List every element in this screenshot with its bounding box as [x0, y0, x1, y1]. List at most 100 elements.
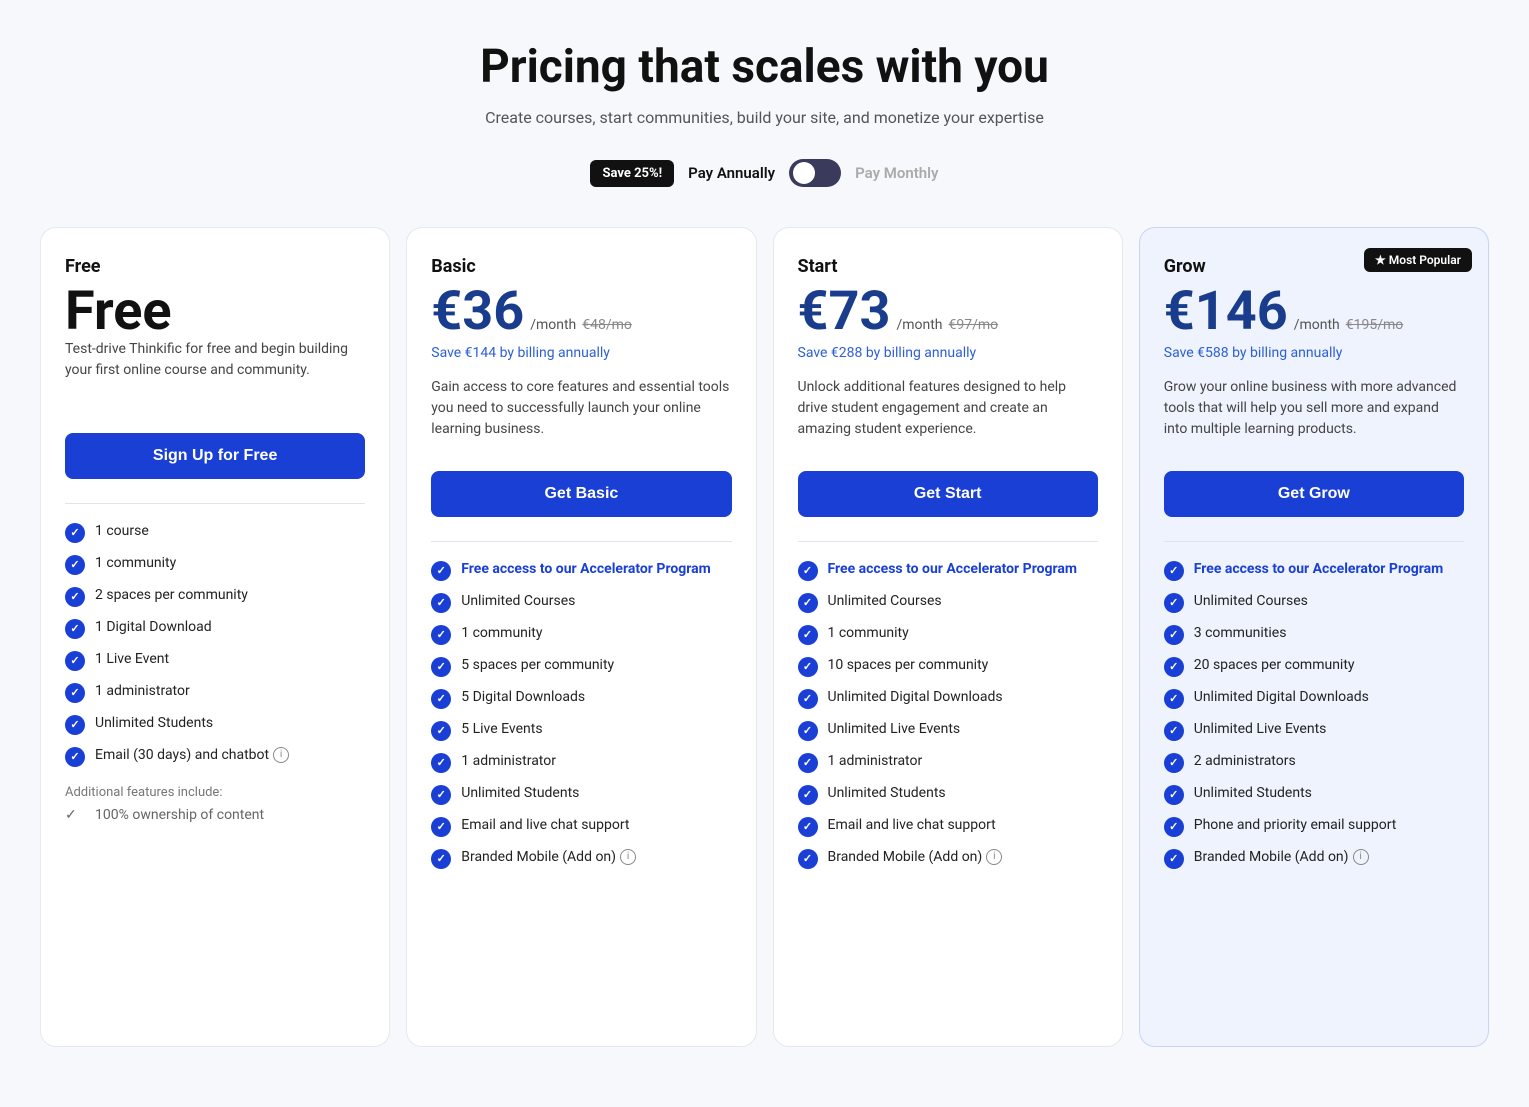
feature-list: ✓ 1 course ✓ 1 community ✓ 2 spaces per …	[65, 522, 365, 767]
info-icon[interactable]: i	[620, 849, 636, 865]
feature-item: ✓ 5 Live Events	[431, 720, 731, 741]
plan-price: Free	[65, 285, 172, 339]
feature-item: ✓ Branded Mobile (Add on)i	[431, 848, 731, 869]
feature-item: ✓ Unlimited Students	[431, 784, 731, 805]
feature-list: ✓ Free access to our Accelerator Program…	[431, 560, 731, 869]
feature-check-icon: ✓	[65, 683, 85, 703]
feature-check-icon: ✓	[1164, 625, 1184, 645]
additional-label: Additional features include:	[65, 785, 365, 800]
cta-button-basic[interactable]: Get Basic	[431, 471, 731, 517]
info-icon[interactable]: i	[986, 849, 1002, 865]
plan-card-grow: ★ Most Popular Grow €146 /month €195/mo …	[1139, 227, 1489, 1047]
feature-check-icon: ✓	[798, 785, 818, 805]
feature-check-icon: ✓	[431, 625, 451, 645]
plan-price-period: /month	[530, 317, 576, 333]
feature-check-icon: ✓	[798, 561, 818, 581]
feature-check-icon: ✓	[431, 657, 451, 677]
plan-description: Grow your online business with more adva…	[1164, 377, 1464, 449]
feature-item: ✓ Email and live chat support	[431, 816, 731, 837]
page-title: Pricing that scales with you	[40, 40, 1489, 94]
feature-check-icon: ✓	[431, 785, 451, 805]
plan-description: Test-drive Thinkific for free and begin …	[65, 339, 365, 411]
plan-card-basic: Basic €36 /month €48/mo Save €144 by bil…	[406, 227, 756, 1047]
billing-toggle-switch[interactable]	[789, 159, 841, 187]
plans-grid: Free Free Test-drive Thinkific for free …	[40, 227, 1489, 1047]
feature-check-icon: ✓	[65, 587, 85, 607]
feature-check-icon: ✓	[65, 619, 85, 639]
most-popular-badge: ★ Most Popular	[1364, 248, 1472, 272]
feature-item: ✓ Free access to our Accelerator Program	[1164, 560, 1464, 581]
feature-item: ✓ 5 Digital Downloads	[431, 688, 731, 709]
feature-check-icon: ✓	[798, 657, 818, 677]
feature-check-icon: ✓	[431, 753, 451, 773]
feature-item: ✓ Unlimited Live Events	[1164, 720, 1464, 741]
feature-item: ✓ 10 spaces per community	[798, 656, 1098, 677]
feature-item: ✓ 20 spaces per community	[1164, 656, 1464, 677]
feature-check-icon: ✓	[1164, 561, 1184, 581]
page-subtitle: Create courses, start communities, build…	[40, 108, 1489, 127]
feature-check-icon: ✓	[798, 625, 818, 645]
plan-name: Basic	[431, 256, 731, 277]
info-icon[interactable]: i	[1353, 849, 1369, 865]
feature-item: ✓ Unlimited Digital Downloads	[1164, 688, 1464, 709]
cta-button-grow[interactable]: Get Grow	[1164, 471, 1464, 517]
feature-item: ✓ Unlimited Live Events	[798, 720, 1098, 741]
plan-price-original: €48/mo	[582, 317, 632, 333]
plan-price: €73	[798, 285, 891, 339]
feature-item: ✓ 1 course	[65, 522, 365, 543]
feature-item: ✓ Unlimited Students	[798, 784, 1098, 805]
feature-item: ✓ 1 Live Event	[65, 650, 365, 671]
feature-item: ✓ 1 administrator	[431, 752, 731, 773]
feature-check-icon: ✓	[798, 753, 818, 773]
feature-item: ✓ 1 community	[798, 624, 1098, 645]
plan-card-free: Free Free Test-drive Thinkific for free …	[40, 227, 390, 1047]
feature-item: ✓ 1 administrator	[65, 682, 365, 703]
billing-toggle-row: Save 25%! Pay Annually Pay Monthly	[40, 159, 1489, 187]
feature-check-icon: ✓	[1164, 657, 1184, 677]
feature-item: ✓ Unlimited Students	[65, 714, 365, 735]
feature-item: ✓ Phone and priority email support	[1164, 816, 1464, 837]
feature-check-icon: ✓	[798, 721, 818, 741]
cta-button-start[interactable]: Get Start	[798, 471, 1098, 517]
plan-price: €146	[1164, 285, 1288, 339]
plan-description: Unlock additional features designed to h…	[798, 377, 1098, 449]
feature-item: ✓ Email and live chat support	[798, 816, 1098, 837]
feature-item: ✓ 2 administrators	[1164, 752, 1464, 773]
feature-item: ✓ Unlimited Courses	[431, 592, 731, 613]
plan-name: Free	[65, 256, 365, 277]
feature-item: ✓ 5 spaces per community	[431, 656, 731, 677]
feature-check-icon: ✓	[431, 561, 451, 581]
plan-card-start: Start €73 /month €97/mo Save €288 by bil…	[773, 227, 1123, 1047]
feature-check-icon: ✓	[65, 523, 85, 543]
feature-check-icon: ✓	[65, 651, 85, 671]
check-icon: ✓	[65, 806, 85, 826]
feature-check-icon: ✓	[1164, 817, 1184, 837]
plan-price-original: €195/mo	[1346, 317, 1404, 333]
cta-button-free[interactable]: Sign Up for Free	[65, 433, 365, 479]
feature-item: ✓ Email (30 days) and chatboti	[65, 746, 365, 767]
feature-item: ✓ Unlimited Digital Downloads	[798, 688, 1098, 709]
monthly-label: Pay Monthly	[855, 164, 938, 182]
feature-item: ✓ Free access to our Accelerator Program	[431, 560, 731, 581]
plan-description: Gain access to core features and essenti…	[431, 377, 731, 449]
plan-price-original: €97/mo	[949, 317, 999, 333]
feature-item: ✓ Unlimited Students	[1164, 784, 1464, 805]
plan-save-text: Save €288 by billing annually	[798, 345, 1098, 361]
feature-item: ✓ 1 Digital Download	[65, 618, 365, 639]
plan-save-text: Save €144 by billing annually	[431, 345, 731, 361]
feature-check-icon: ✓	[1164, 593, 1184, 613]
page-header: Pricing that scales with you Create cour…	[40, 40, 1489, 127]
feature-check-icon: ✓	[1164, 689, 1184, 709]
feature-item: ✓ 1 community	[65, 554, 365, 575]
info-icon[interactable]: i	[273, 747, 289, 763]
feature-item: ✓ 1 community	[431, 624, 731, 645]
feature-check-icon: ✓	[798, 689, 818, 709]
plan-name: Start	[798, 256, 1098, 277]
plan-price: €36	[431, 285, 524, 339]
plan-price-period: /month	[1294, 317, 1340, 333]
feature-check-icon: ✓	[431, 689, 451, 709]
divider	[1164, 541, 1464, 542]
plan-save-text: Save €588 by billing annually	[1164, 345, 1464, 361]
plan-price-period: /month	[896, 317, 942, 333]
feature-check-icon: ✓	[1164, 753, 1184, 773]
